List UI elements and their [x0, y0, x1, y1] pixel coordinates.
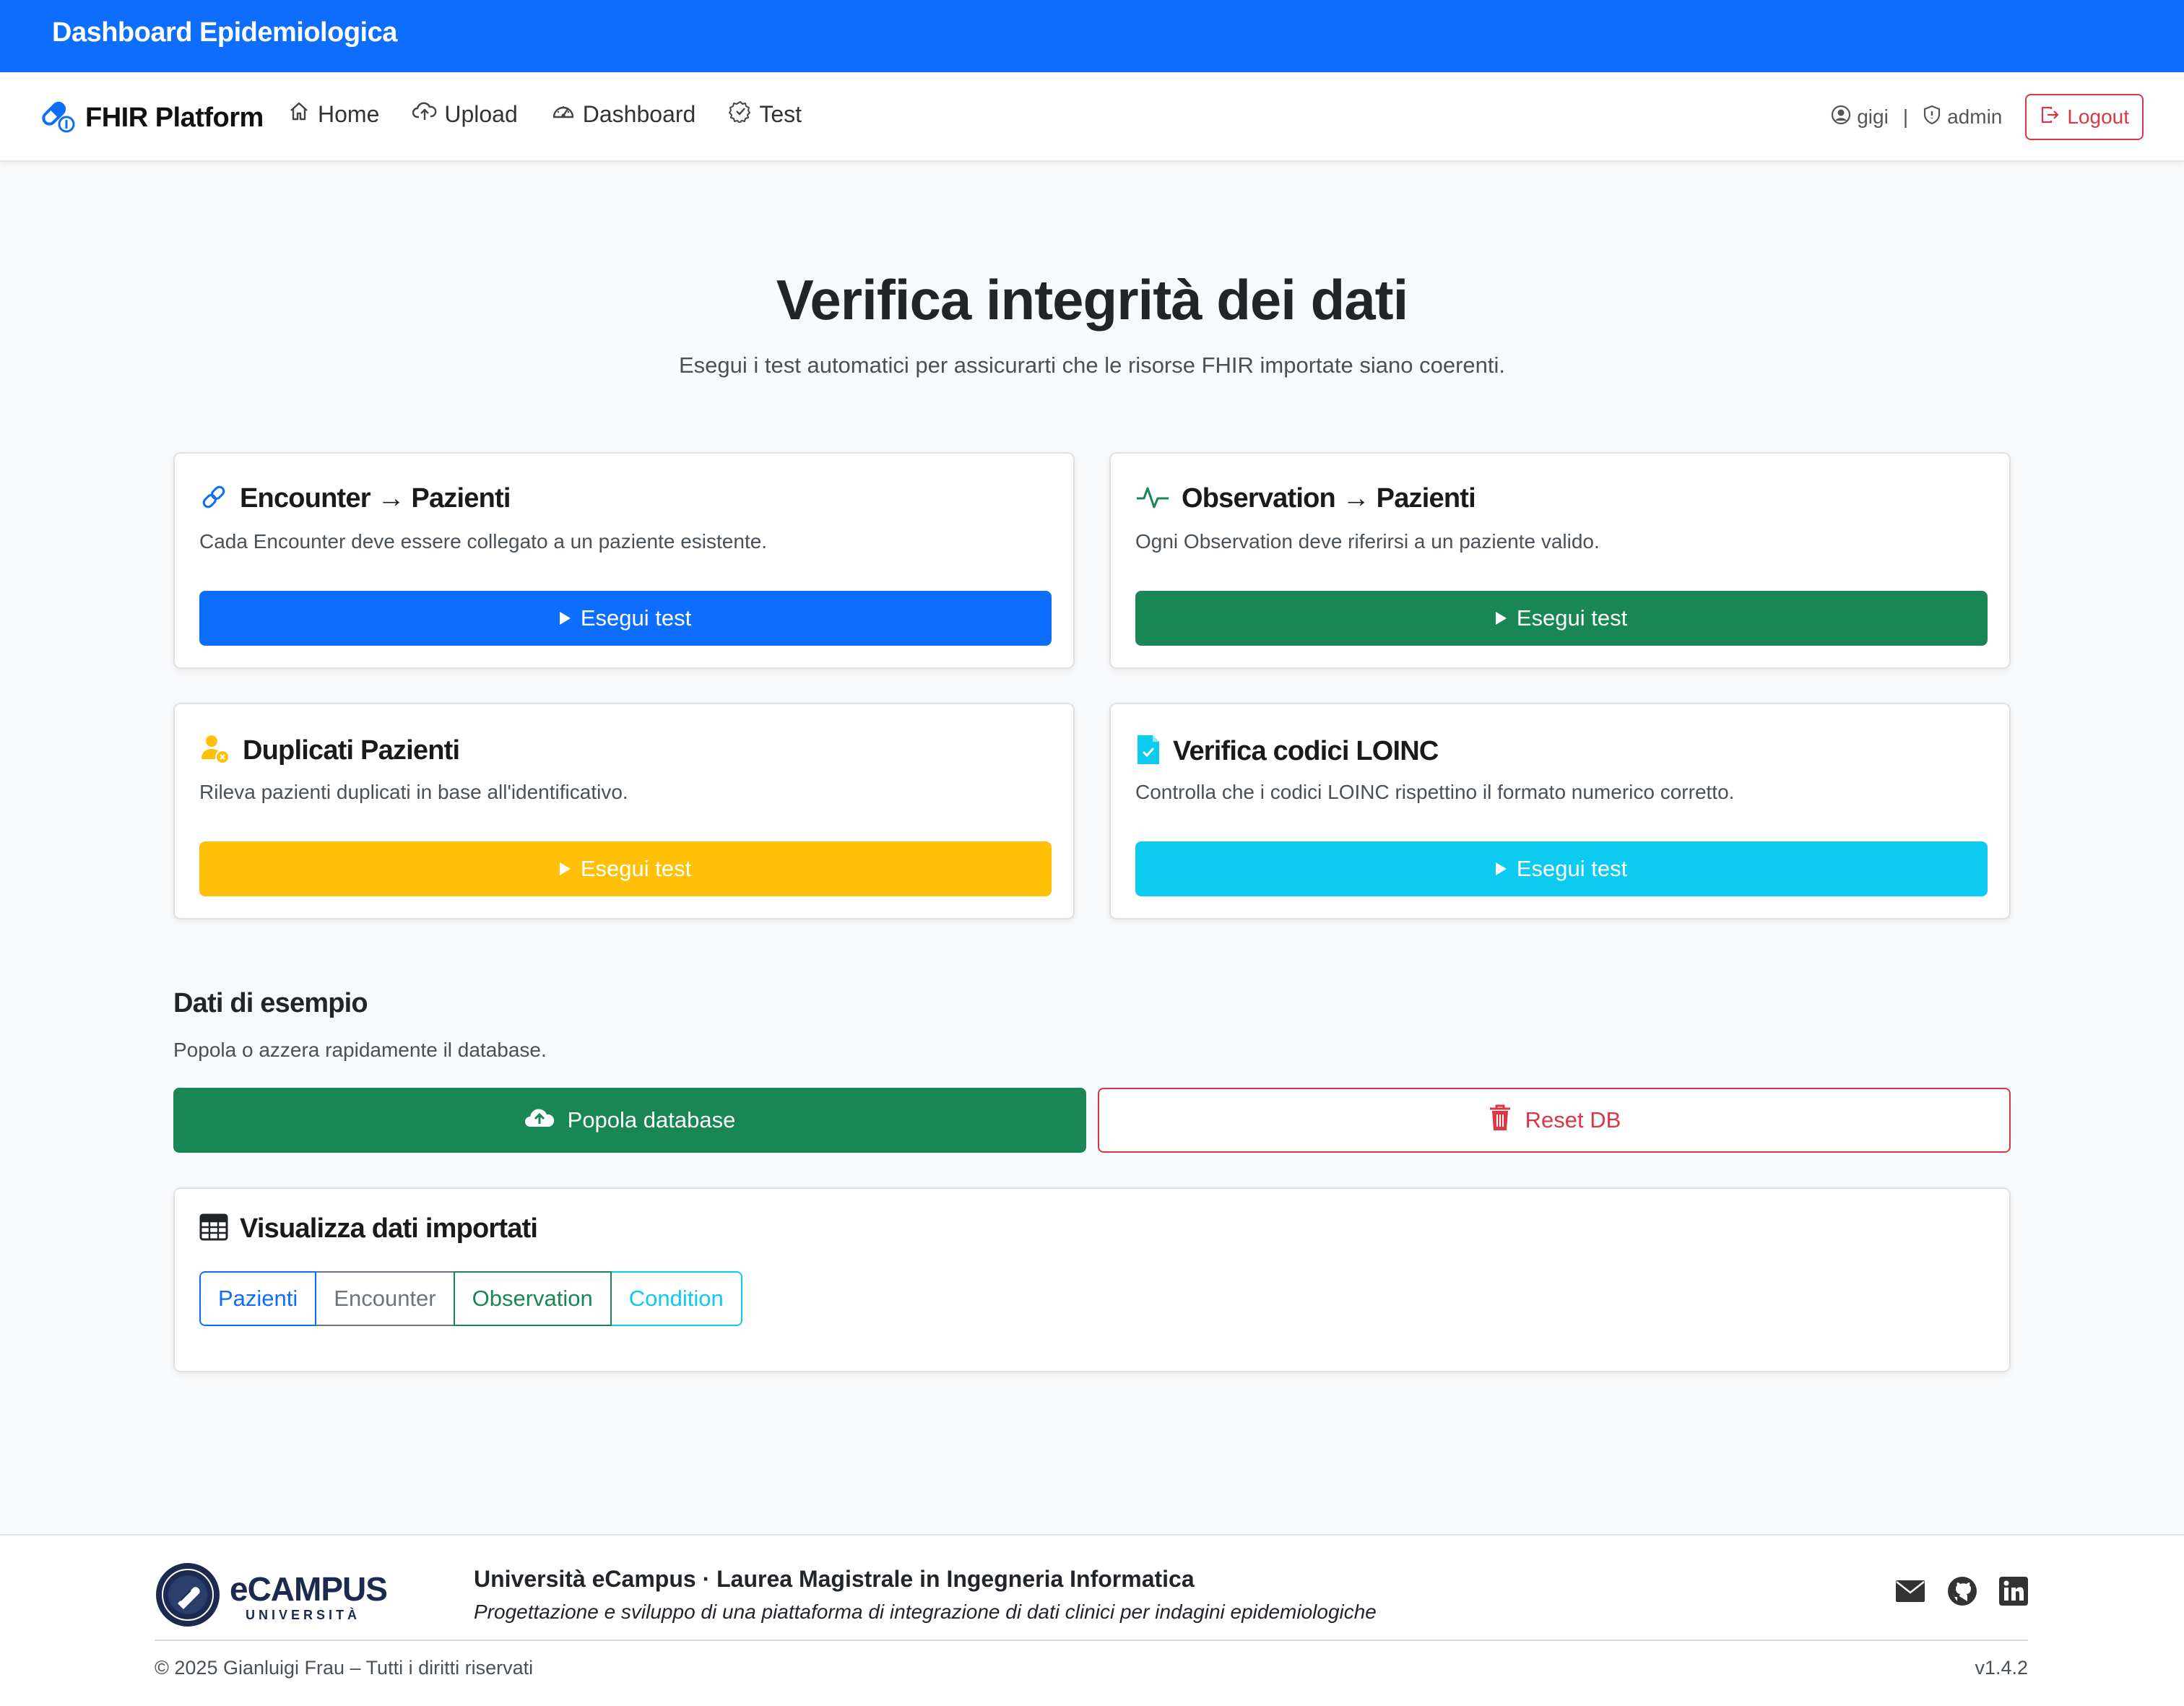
footer-copyright: © 2025 Gianluigi Frau – Tutti i diritti …: [155, 1657, 534, 1679]
app-version: v1.4.2: [1975, 1657, 2028, 1679]
card-title: Duplicati Pazienti: [243, 735, 460, 766]
logo-sub-text: UNIVERSITÀ: [246, 1607, 361, 1622]
trash-icon: [1488, 1103, 1512, 1138]
cloud-upload-fill-icon: [524, 1105, 555, 1135]
resource-tabs: Pazienti Encounter Observation Condition: [199, 1271, 742, 1326]
university-logo: eCAMPUS UNIVERSITÀ: [155, 1562, 388, 1632]
run-test-label: Esegui test: [580, 605, 692, 631]
test-card-duplicate-patients: Duplicati Pazienti Rileva pazienti dupli…: [173, 703, 1075, 919]
run-test-button[interactable]: Esegui test: [1135, 591, 1988, 646]
speedometer-icon: [551, 100, 576, 129]
footer-divider: [155, 1640, 2028, 1641]
run-test-label: Esegui test: [580, 856, 692, 881]
nav-item-upload[interactable]: Upload: [412, 100, 518, 129]
tab-encounter[interactable]: Encounter: [315, 1271, 455, 1326]
sample-data-title: Dati di esempio: [173, 988, 368, 1018]
run-test-button[interactable]: Esegui test: [1135, 841, 1988, 896]
table-icon: [199, 1213, 228, 1244]
user-area: gigi | admin Logout: [1831, 94, 2144, 140]
card-header: Observation → Pazienti: [1135, 482, 1476, 515]
card-title: Visualizza dati importati: [240, 1213, 538, 1244]
page-subtitle: Esegui i test automatici per assicurarti…: [678, 352, 1506, 378]
tab-observation[interactable]: Observation: [453, 1271, 612, 1326]
current-role: admin: [1923, 105, 2002, 130]
footer: eCAMPUS UNIVERSITÀ Università eCampus · …: [0, 1534, 2184, 1706]
reset-db-label: Reset DB: [1525, 1107, 1621, 1133]
app-title: Dashboard Epidemiologica: [52, 17, 397, 48]
run-test-label: Esegui test: [1516, 605, 1628, 631]
card-description: Ogni Observation deve riferirsi a un paz…: [1135, 530, 1600, 553]
social-links: [1895, 1576, 2028, 1610]
nav-item-home[interactable]: Home: [287, 100, 379, 129]
card-header: Duplicati Pazienti: [199, 733, 460, 768]
username: gigi: [1857, 105, 1889, 128]
ecampus-seal-icon: [155, 1562, 221, 1632]
top-header-bar: Dashboard Epidemiologica: [0, 0, 2184, 72]
activity-icon: [1135, 482, 1170, 515]
card-title: Verifica codici LOINC: [1173, 736, 1439, 766]
reset-db-button[interactable]: Reset DB: [1098, 1088, 2011, 1153]
link-icon: [199, 482, 228, 515]
current-user: gigi: [1831, 105, 1889, 130]
page-title: Verifica integrità dei dati: [776, 268, 1409, 332]
footer-title: Università eCampus · Laurea Magistrale i…: [474, 1566, 1195, 1592]
play-icon: [1495, 612, 1507, 625]
logout-icon: [2040, 105, 2060, 130]
test-card-loinc-codes: Verifica codici LOINC Controlla che i co…: [1109, 703, 2011, 919]
logo-main-text: eCAMPUS: [230, 1569, 388, 1608]
run-test-button[interactable]: Esegui test: [199, 841, 1052, 896]
logout-label: Logout: [2067, 105, 2129, 128]
test-card-observation-patients: Observation → Pazienti Ogni Observation …: [1109, 452, 2011, 669]
play-icon: [559, 862, 571, 875]
nav-item-label: Test: [759, 100, 802, 127]
brand-name: FHIR Platform: [85, 103, 264, 133]
patch-check-icon: [729, 100, 752, 129]
shield-icon: [1923, 105, 1941, 130]
test-card-encounter-patients: Encounter → Pazienti Cada Encounter deve…: [173, 452, 1075, 669]
navbar: FHIR Platform Home Upload Dashboard Test: [0, 72, 2184, 162]
user-role: admin: [1947, 105, 2003, 128]
cloud-upload-icon: [412, 100, 437, 129]
card-description: Cada Encounter deve essere collegato a u…: [199, 530, 768, 553]
play-icon: [1495, 862, 1507, 875]
logo-wordmark: eCAMPUS UNIVERSITÀ: [230, 1569, 388, 1622]
imported-data-card: Visualizza dati importati Pazienti Encou…: [173, 1187, 2011, 1372]
capsule-icon: [39, 98, 75, 138]
nav-item-label: Dashboard: [582, 100, 696, 127]
nav-item-dashboard[interactable]: Dashboard: [551, 100, 696, 129]
logout-button[interactable]: Logout: [2025, 94, 2144, 140]
tab-pazienti[interactable]: Pazienti: [199, 1271, 317, 1326]
linkedin-icon[interactable]: [1999, 1577, 2028, 1609]
tab-condition[interactable]: Condition: [610, 1271, 742, 1326]
card-description: Controlla che i codici LOINC rispettino …: [1135, 781, 1735, 803]
populate-database-button[interactable]: Popola database: [173, 1088, 1086, 1153]
run-test-label: Esegui test: [1516, 856, 1628, 881]
play-icon: [559, 612, 571, 625]
populate-database-label: Popola database: [567, 1107, 736, 1133]
user-role-separator: |: [1902, 105, 1909, 128]
card-title: Encounter → Pazienti: [240, 483, 511, 514]
card-header: Visualizza dati importati: [199, 1213, 538, 1244]
card-header: Verifica codici LOINC: [1135, 733, 1439, 770]
brand-link[interactable]: FHIR Platform: [39, 98, 264, 138]
person-circle-icon: [1831, 105, 1851, 130]
github-icon[interactable]: [1947, 1576, 1977, 1610]
card-description: Rileva pazienti duplicati in base all'id…: [199, 781, 628, 803]
nav-menu: Home Upload Dashboard Test: [287, 100, 802, 129]
card-title: Observation → Pazienti: [1182, 483, 1476, 514]
person-duplicate-icon: [199, 733, 231, 768]
sample-data-description: Popola o azzera rapidamente il database.: [173, 1039, 547, 1061]
card-header: Encounter → Pazienti: [199, 482, 511, 515]
home-icon: [287, 100, 311, 129]
file-check-icon: [1135, 733, 1161, 770]
run-test-button[interactable]: Esegui test: [199, 591, 1052, 646]
nav-item-label: Upload: [444, 100, 518, 127]
nav-item-test[interactable]: Test: [729, 100, 802, 129]
nav-item-label: Home: [318, 100, 380, 127]
footer-subtitle: Progettazione e sviluppo di una piattafo…: [474, 1601, 1377, 1623]
envelope-icon[interactable]: [1895, 1580, 1925, 1606]
